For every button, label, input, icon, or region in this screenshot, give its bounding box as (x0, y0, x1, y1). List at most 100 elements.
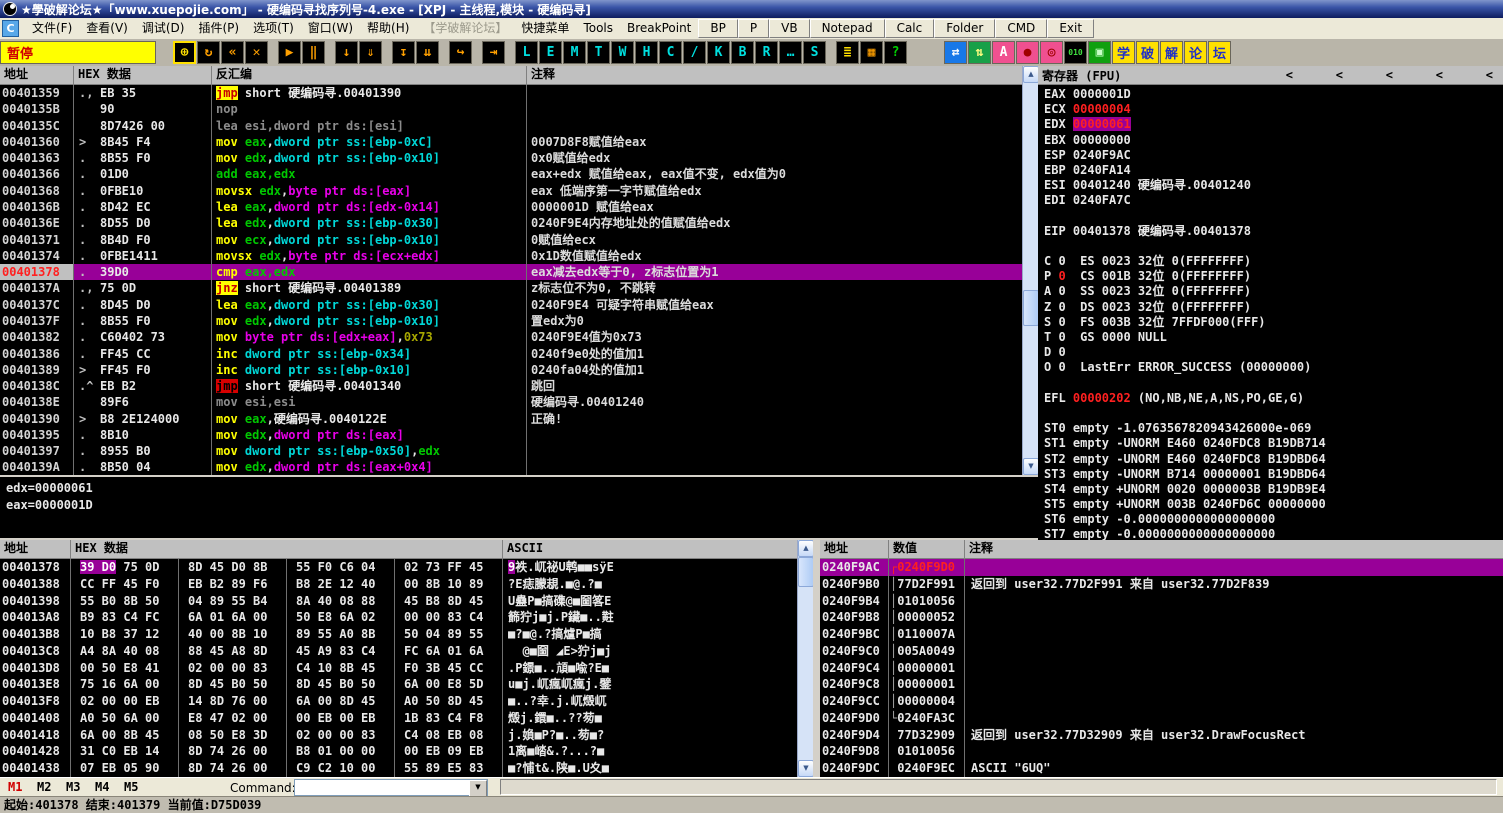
stack-row[interactable]: 0240F9B8 │00000052 (820, 609, 1503, 627)
dump-row[interactable]: 004013D8 00 50 E8 41 02 00 00 83 C4 10 8B 4… (0, 659, 797, 677)
register-line[interactable] (1038, 209, 1503, 224)
register-eip[interactable]: EIP 00401378 硬编码寻.00401378 (1038, 224, 1503, 239)
record-dot-button[interactable]: ● (1016, 41, 1039, 64)
tab-m5[interactable]: M5 (124, 780, 138, 794)
disasm-row[interactable]: 00401368. 0FBE10 movsx edx,byte ptr ds:[ea… (0, 182, 1022, 199)
register-line[interactable] (1038, 376, 1503, 391)
disasm-row[interactable]: 0040137F. 8B55 F0 mov edx,dword ptr ss:[eb… (0, 312, 1022, 330)
stack-row[interactable]: 0240F9D0 └0240FA3C (820, 709, 1503, 727)
trace-into-button[interactable]: ↧ (392, 41, 415, 64)
view-breakpoints-button[interactable]: B (731, 41, 754, 64)
help-button[interactable]: ? (884, 41, 907, 64)
run-button[interactable]: ▶ (278, 41, 301, 64)
open-file-button[interactable]: ⊕ (173, 41, 196, 64)
close-button[interactable]: ✕ (245, 41, 268, 64)
disasm-row[interactable]: 0040136E. 8D55 D0 lea edx,dword ptr ss:[eb… (0, 215, 1022, 232)
dump-row[interactable]: 00401428 31 C0 EB 14 8D 74 26 00 B8 01 00 0… (0, 743, 797, 761)
updown-arrows-button[interactable]: ⇅ (968, 41, 991, 64)
stack-row[interactable]: 0240F9C4 │00000001 (820, 659, 1503, 677)
register-edx[interactable]: EDX 00000061 (1038, 117, 1503, 132)
appearance-grid-button[interactable]: ▦ (860, 41, 883, 64)
flag-s[interactable]: S 0 FS 003B 32位 7FFDF000(FFF) (1038, 315, 1503, 330)
flag-d[interactable]: D 0 (1038, 345, 1503, 360)
register-efl[interactable]: EFL 00000202 (NO,NB,NE,A,NS,PO,GE,G) (1038, 391, 1503, 406)
view-log-button[interactable]: L (515, 41, 538, 64)
stack-row[interactable]: 0240F9C8 │00000001 (820, 676, 1503, 694)
tab-m4[interactable]: M4 (95, 780, 109, 794)
menu-item-选项t[interactable]: 选项(T) (246, 19, 301, 38)
cpu-window-icon[interactable]: C (2, 20, 19, 37)
disasm-row[interactable]: 00401360 >8B45 F4 mov eax,dword ptr ss:[eb… (0, 133, 1022, 151)
menu-item-帮助h[interactable]: 帮助(H) (360, 19, 416, 38)
spiral-button[interactable]: ◎ (1040, 41, 1063, 64)
menu-item-vb[interactable]: VB (769, 19, 810, 38)
jie-button-button[interactable]: 解 (1160, 41, 1183, 64)
scroll-down-icon[interactable]: ▼ (1023, 458, 1039, 475)
stack-row[interactable]: 0240F9AC ┌0240F9D0 (820, 559, 1503, 576)
binary-digits-button[interactable]: 010 (1064, 41, 1087, 64)
disasm-row[interactable]: 00401386. FF45 CC inc dword ptr ss:[ebp-0x… (0, 345, 1022, 362)
tab-m1[interactable]: M1 (8, 780, 22, 794)
register-st3[interactable]: ST3 empty -UNORM B714 00000001 B19DBD64 (1038, 467, 1503, 482)
dump-row[interactable]: 004013B8 10 B8 37 12 40 00 8B 10 89 55 A0 8… (0, 626, 797, 643)
panel-divider[interactable] (813, 540, 820, 777)
disassembly-scrollbar[interactable]: ▲ ▼ (1022, 66, 1039, 475)
collapse-column-icon[interactable]: < (1253, 68, 1303, 82)
trace-over-button[interactable]: ⇊ (416, 41, 439, 64)
disasm-row[interactable]: 00401363. 8B55 F0 mov edx,dword ptr ss:[eb… (0, 150, 1022, 167)
flag-a[interactable]: A 0 SS 0023 32位 0(FFFFFFFF) (1038, 284, 1503, 299)
register-st5[interactable]: ST5 empty +UNORM 003B 0240FD6C 00000000 (1038, 497, 1503, 512)
scroll-up-icon[interactable]: ▲ (798, 540, 814, 557)
menu-item-p[interactable]: P (737, 19, 770, 38)
dump-row[interactable]: 00401398 55 B0 8B 50 04 89 55 B4 8A 40 08 8… (0, 592, 797, 610)
disasm-row[interactable]: 00401371. 8B4D F0 mov ecx,dword ptr ss:[eb… (0, 231, 1022, 248)
restart-button[interactable]: ↻ (197, 41, 220, 64)
disasm-row[interactable]: 00401382. C60402 73 mov byte ptr ds:[edx+e… (0, 329, 1022, 346)
go-to-address-button[interactable]: ⇥ (482, 41, 505, 64)
stack-row[interactable]: 0240F9C0 │005A0049 (820, 642, 1503, 660)
menu-item-插件p[interactable]: 插件(P) (191, 19, 246, 38)
stack-row[interactable]: 0240F9BC │0110007A (820, 626, 1503, 643)
step-into-button[interactable]: ↓ (335, 41, 358, 64)
menu-item-breakpoint[interactable]: BreakPoint (620, 19, 698, 38)
menu-item-tools[interactable]: Tools (576, 19, 620, 38)
disasm-row[interactable]: 00401395. 8B10 mov edx,dword ptr ds:[eax] (0, 426, 1022, 444)
menu-item-文件f[interactable]: 文件(F) (25, 19, 79, 38)
stack-row[interactable]: 0240F9D8 01010056 (820, 743, 1503, 761)
disasm-row[interactable]: 00401389 > FF45 F0 inc dword ptr ss:[ebp-0x… (0, 361, 1022, 379)
assemble-a-button[interactable]: A (992, 41, 1015, 64)
step-over-button[interactable]: ⇓ (359, 41, 382, 64)
register-line[interactable] (1038, 406, 1503, 421)
disasm-row[interactable]: 0040138C .^ EB B2 jmp short 硬编码寻.00401340 跳回 (0, 378, 1022, 395)
register-st1[interactable]: ST1 empty -UNORM E460 0240FDC8 B19DB714 (1038, 436, 1503, 451)
menu-item-cmd[interactable]: CMD (995, 19, 1048, 38)
tab-m3[interactable]: M3 (66, 780, 80, 794)
sync-arrows-button[interactable]: ⇄ (944, 41, 967, 64)
register-esi[interactable]: ESI 00401240 硬编码寻.00401240 (1038, 178, 1503, 193)
view-call-stack-button[interactable]: K (707, 41, 730, 64)
disasm-row[interactable]: 00401390 > B8 2E124000 mov eax,硬编码寻.0040122… (0, 410, 1022, 427)
dump-row[interactable]: 00401418 6A 00 8B 45 08 50 E8 3D 02 00 00 8… (0, 726, 797, 744)
register-edi[interactable]: EDI 0240FA7C (1038, 193, 1503, 208)
view-modules-button[interactable]: E (539, 41, 562, 64)
collapse-column-icon[interactable]: < (1353, 68, 1403, 82)
options-list-button[interactable]: ≣ (836, 41, 859, 64)
view-memory-button[interactable]: M (563, 41, 586, 64)
register-ebx[interactable]: EBX 00000000 (1038, 133, 1503, 148)
pause-button[interactable]: ‖ (302, 41, 325, 64)
menu-item-调试d[interactable]: 调试(D) (135, 19, 192, 38)
menu-item-窗口w[interactable]: 窗口(W) (301, 19, 360, 38)
register-ebp[interactable]: EBP 0240FA14 (1038, 163, 1503, 178)
dump-row[interactable]: 004013C8 A4 8A 40 08 88 45 A8 8D 45 A9 83 C… (0, 642, 797, 660)
collapse-column-icon[interactable]: < (1453, 68, 1503, 82)
dump-row[interactable]: 00401378 39 D0 75 0D 8D 45 D0 8B 55 F0 C6 0… (0, 559, 797, 576)
disasm-row[interactable]: 0040138E 89F6 mov esi,esi 硬编码寻.00401240 (0, 394, 1022, 411)
menu-item-folder[interactable]: Folder (934, 19, 996, 38)
disasm-row[interactable]: 0040137A., 75 0D jnz short 硬编码寻.00401389 z标… (0, 280, 1022, 297)
register-st7[interactable]: ST7 empty -0.0000000000000000000 (1038, 527, 1503, 540)
scrollbar-thumb[interactable] (798, 557, 814, 587)
step-back-button[interactable]: « (221, 41, 244, 64)
register-st4[interactable]: ST4 empty +UNORM 0020 0000003B B19DB9E4 (1038, 482, 1503, 497)
menu-item-calc[interactable]: Calc (884, 19, 935, 38)
dump-row[interactable]: 00401438 07 EB 05 90 8D 74 26 00 C9 C2 10 0… (0, 760, 797, 777)
